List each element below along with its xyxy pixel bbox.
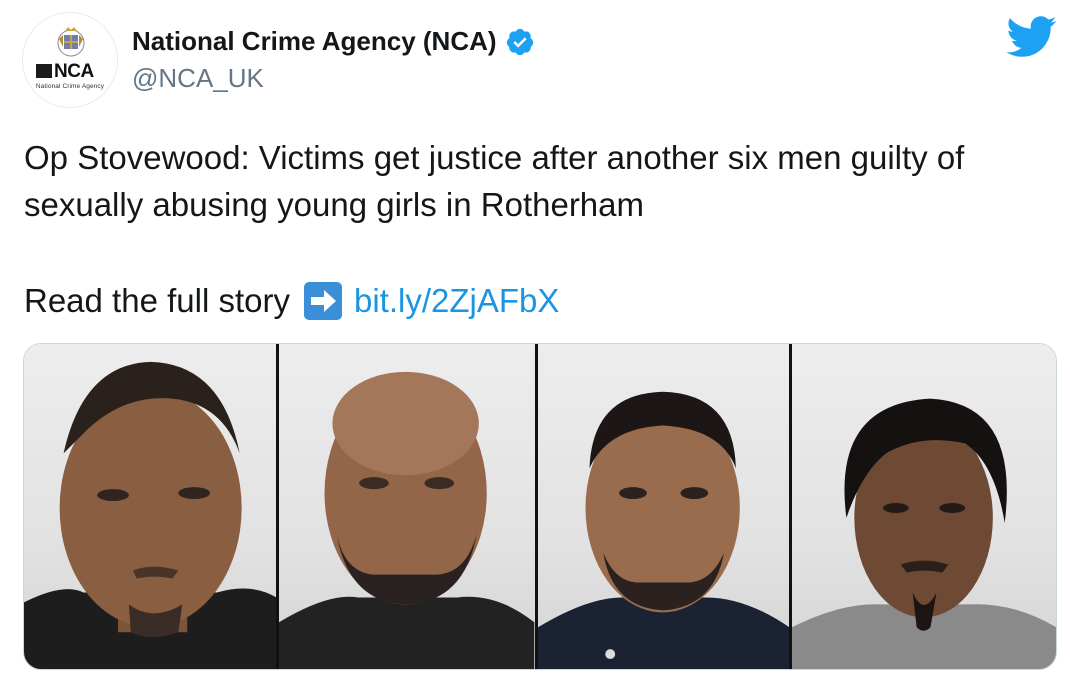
crest-icon <box>57 27 85 57</box>
avatar-logo-subtext: National Crime Agency <box>35 83 105 90</box>
twitter-bird-icon[interactable] <box>1006 16 1058 58</box>
mugshot-image-3 <box>537 391 789 669</box>
author-handle[interactable]: @NCA_UK <box>132 63 264 94</box>
tweet-text: Op Stovewood: Victims get justice after … <box>24 139 965 223</box>
verified-badge-icon <box>506 28 533 55</box>
nca-logo-mark-icon <box>36 64 52 78</box>
mugshot-photo-3[interactable] <box>534 344 789 669</box>
story-prefix: Read the full story <box>24 282 290 319</box>
mugshot-photo-4[interactable] <box>788 344 1056 669</box>
right-arrow-emoji-icon <box>303 281 342 320</box>
mugshot-image-4 <box>791 398 1056 669</box>
mugshot-photo-2[interactable] <box>276 344 535 669</box>
author-display-name[interactable]: National Crime Agency (NCA) <box>132 26 497 57</box>
avatar-logo-text: NCA <box>54 60 94 82</box>
mugshot-image-1 <box>24 361 277 669</box>
mugshot-image-2 <box>279 371 535 669</box>
story-link[interactable]: bit.ly/2ZjAFbX <box>354 277 559 324</box>
media-grid[interactable] <box>23 343 1057 670</box>
mugshot-photo-1[interactable] <box>24 344 277 669</box>
display-name-row[interactable]: National Crime Agency (NCA) <box>132 26 535 57</box>
story-line: Read the full story bit.ly/2ZjAFbX <box>24 277 559 324</box>
avatar[interactable]: NCA National Crime Agency <box>22 12 118 108</box>
